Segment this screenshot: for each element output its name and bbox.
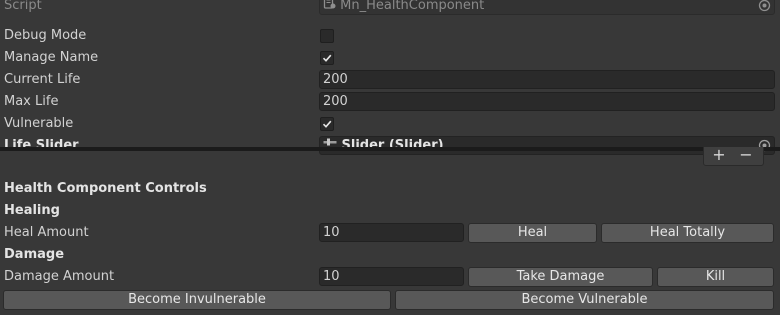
section-splitter[interactable]	[0, 147, 780, 151]
manage-name-label: Manage Name	[4, 50, 99, 65]
damage-amount-field[interactable]: 10	[319, 267, 464, 286]
damage-header: Damage	[4, 247, 65, 262]
checkmark-icon	[322, 54, 332, 62]
manage-name-toggle[interactable]	[320, 51, 334, 65]
max-life-field[interactable]: 200	[319, 92, 775, 111]
heal-amount-label: Heal Amount	[4, 225, 89, 240]
vulnerable-toggle[interactable]	[320, 117, 334, 131]
healing-header: Healing	[4, 203, 60, 218]
heal-button[interactable]: Heal	[468, 223, 597, 243]
life-slider-value: Slider (Slider)	[341, 138, 444, 153]
current-life-field[interactable]: 200	[319, 70, 775, 89]
remove-item-button[interactable]: −	[733, 147, 759, 165]
become-vulnerable-button[interactable]: Become Vulnerable	[395, 290, 774, 310]
current-life-label: Current Life	[4, 72, 81, 87]
heal-totally-button[interactable]: Heal Totally	[601, 223, 774, 243]
heal-amount-field[interactable]: 10	[319, 223, 464, 242]
checkmark-icon	[322, 120, 332, 128]
controls-title: Health Component Controls	[4, 181, 207, 196]
script-label: Script	[4, 0, 42, 13]
script-value: Mn_HealthComponent	[340, 0, 485, 13]
become-invulnerable-button[interactable]: Become Invulnerable	[3, 290, 391, 310]
damage-amount-label: Damage Amount	[4, 269, 115, 284]
object-picker-icon[interactable]	[758, 0, 771, 12]
life-slider-label: Life Slider	[4, 138, 79, 153]
script-field: Mn_HealthComponent	[319, 0, 775, 15]
debug-mode-toggle[interactable]	[320, 29, 334, 43]
list-footer: + −	[703, 147, 764, 166]
debug-mode-label: Debug Mode	[4, 28, 87, 43]
take-damage-button[interactable]: Take Damage	[468, 267, 653, 287]
vulnerable-label: Vulnerable	[4, 116, 74, 131]
kill-button[interactable]: Kill	[657, 267, 774, 287]
max-life-label: Max Life	[4, 94, 59, 109]
script-icon	[323, 0, 336, 14]
add-item-button[interactable]: +	[706, 147, 732, 165]
